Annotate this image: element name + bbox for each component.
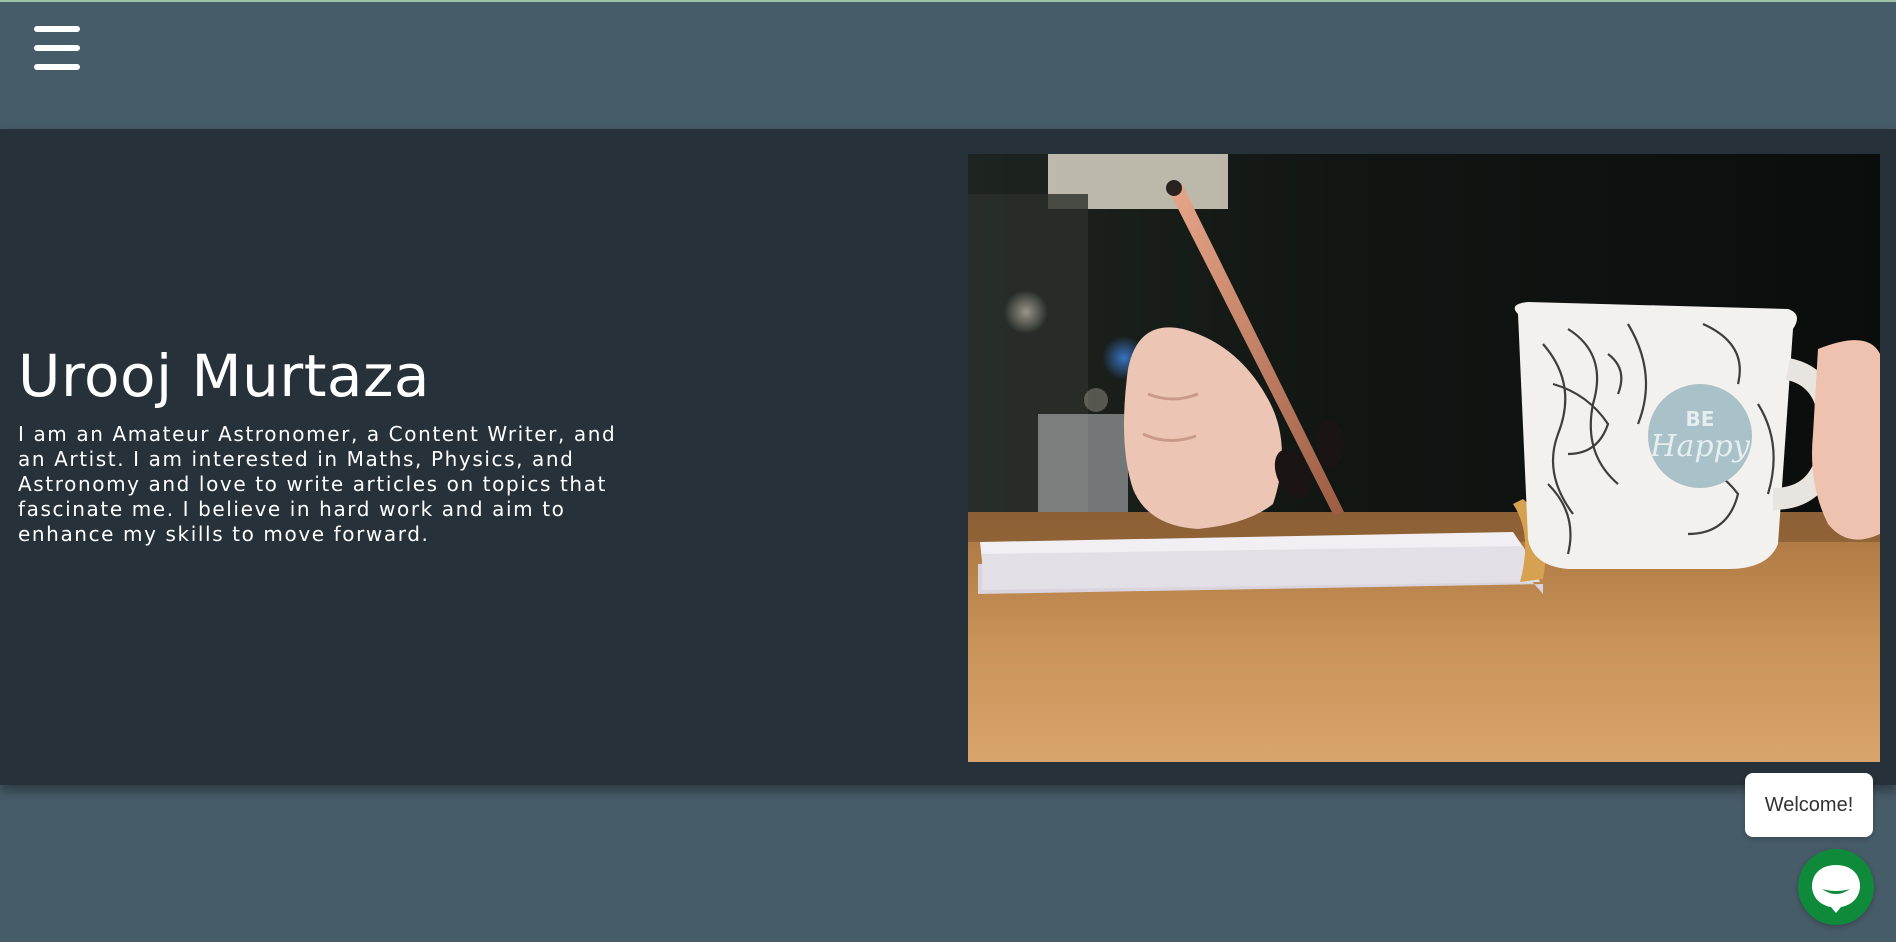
mug-text-happy: Happy <box>1649 429 1750 464</box>
author-name: Urooj Murtaza <box>18 342 430 410</box>
menu-bar-middle <box>34 45 80 51</box>
hamburger-menu-button[interactable] <box>32 26 84 70</box>
mug-text-be: BE <box>1686 407 1715 431</box>
chat-launcher-button[interactable] <box>1798 849 1874 925</box>
hero-section: Urooj Murtaza I am an Amateur Astronomer… <box>0 129 1896 785</box>
chat-welcome-bubble[interactable]: Welcome! <box>1745 773 1873 837</box>
chat-bubble-icon <box>1812 865 1860 913</box>
hero-photo: BE Happy <box>968 154 1880 762</box>
menu-bar-top <box>34 26 80 32</box>
menu-bar-bottom <box>34 64 80 70</box>
author-bio: I am an Amateur Astronomer, a Content Wr… <box>18 422 617 546</box>
site-header <box>0 2 1896 129</box>
writing-photo-illustration: BE Happy <box>968 154 1880 762</box>
